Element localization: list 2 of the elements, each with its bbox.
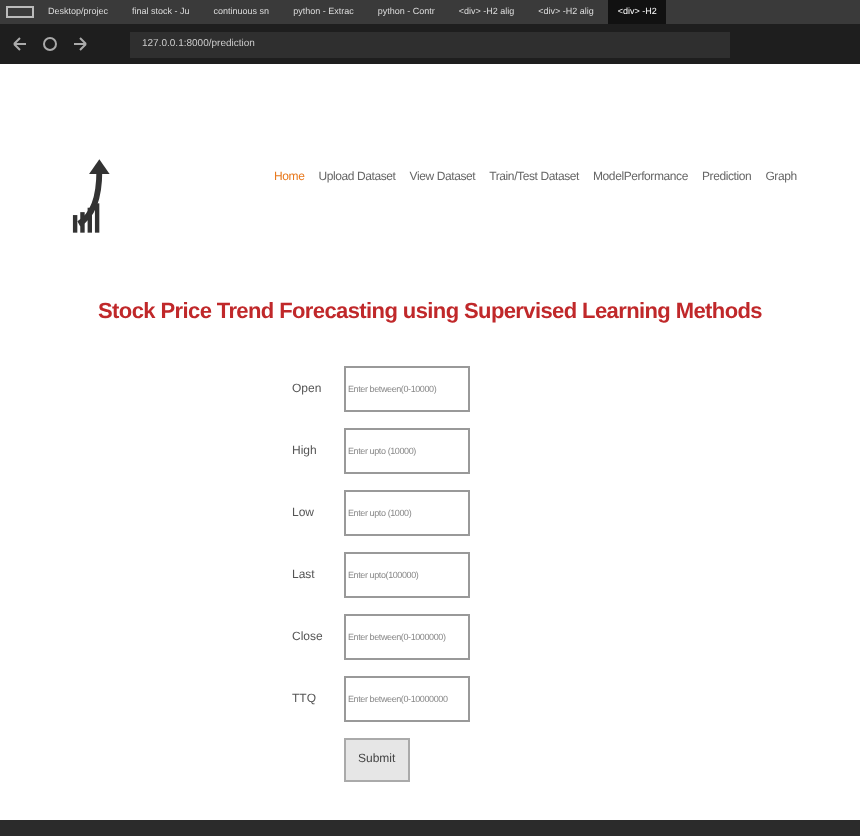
page-title: Stock Price Trend Forecasting using Supervised Learning Methods [96, 300, 764, 324]
navigation-icons[interactable] [10, 34, 90, 54]
